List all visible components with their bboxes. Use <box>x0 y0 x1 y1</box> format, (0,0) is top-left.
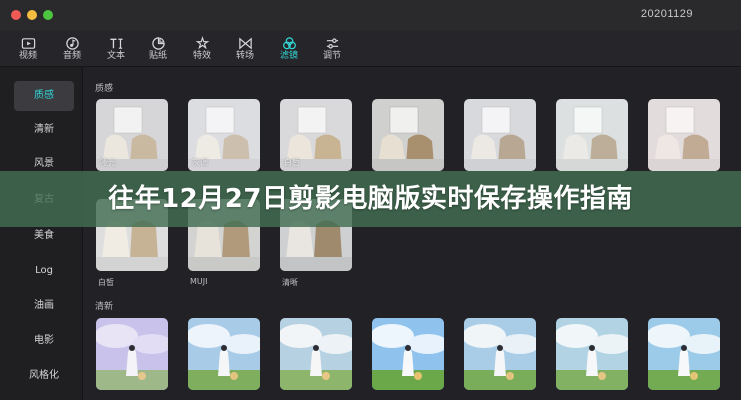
filter-thumbnail[interactable]: 哑光 <box>96 99 168 171</box>
tab-transition[interactable]: 转场 <box>225 34 265 64</box>
banner-title: 往年12月27日剪影电脑版实时保存操作指南 <box>108 184 633 214</box>
tab-audio[interactable]: 音频 <box>52 34 92 64</box>
filter-icon <box>269 34 309 51</box>
category-stylized[interactable]: 风格化 <box>14 361 74 391</box>
tab-sticker[interactable]: 贴纸 <box>138 34 178 64</box>
filter-thumbnail[interactable] <box>556 318 628 390</box>
effects-icon <box>182 34 222 51</box>
filter-grid: 质感 哑光 灰调 白皙 白皙 MUJI 清晰 清新 <box>83 67 741 400</box>
transition-icon <box>225 34 265 51</box>
media-toolbar: 视频 音频 文本 贴纸 特效 转场 滤镜 调节 <box>0 30 741 67</box>
section-title-texture: 质感 <box>95 84 114 94</box>
category-log[interactable]: Log <box>14 256 74 286</box>
tab-text[interactable]: 文本 <box>96 34 136 64</box>
text-icon <box>96 34 136 51</box>
title-bar: 20201129 <box>0 0 741 30</box>
tab-filter[interactable]: 滤镜 <box>269 34 309 64</box>
filter-thumbnail[interactable] <box>648 318 720 390</box>
category-movie[interactable]: 电影 <box>14 326 74 356</box>
tab-video[interactable]: 视频 <box>8 34 48 64</box>
category-oil-painting[interactable]: 油画 <box>14 291 74 321</box>
filter-thumbnail[interactable] <box>556 99 628 171</box>
filter-thumbnail[interactable] <box>464 99 536 171</box>
tab-adjust[interactable]: 调节 <box>312 34 352 64</box>
filter-thumbnail[interactable] <box>648 99 720 171</box>
filter-thumbnail[interactable]: 灰调 <box>188 99 260 171</box>
maximize-window-button[interactable] <box>43 10 53 20</box>
filter-name-label: MUJI <box>190 277 208 286</box>
filter-thumbnail[interactable] <box>96 318 168 390</box>
close-window-button[interactable] <box>11 10 21 20</box>
filter-name-label: 白皙 <box>98 278 114 287</box>
title-banner: 往年12月27日剪影电脑版实时保存操作指南 <box>0 171 741 227</box>
video-icon <box>8 34 48 51</box>
window-title: 20201129 <box>640 8 693 20</box>
filter-thumbnail[interactable]: 白皙 <box>280 99 352 171</box>
filter-name-label: 清晰 <box>282 278 298 287</box>
filter-thumbnail[interactable] <box>464 318 536 390</box>
category-fresh[interactable]: 清新 <box>14 115 74 145</box>
filter-thumbnail[interactable] <box>188 318 260 390</box>
filter-thumbnail[interactable] <box>372 318 444 390</box>
minimize-window-button[interactable] <box>27 10 37 20</box>
tab-effects[interactable]: 特效 <box>182 34 222 64</box>
music-icon <box>52 34 92 51</box>
filter-thumbnail[interactable] <box>372 99 444 171</box>
app-window: 20201129 视频 音频 文本 贴纸 特效 转场 滤镜 调节 质感 清新 风… <box>0 0 741 400</box>
adjust-icon <box>312 34 352 51</box>
section-title-fresh: 清新 <box>95 302 114 312</box>
sticker-icon <box>138 34 178 51</box>
filter-category-sidebar: 质感 清新 风景 复古 美食 Log 油画 电影 风格化 <box>0 67 83 400</box>
filter-thumbnail[interactable] <box>280 318 352 390</box>
category-texture[interactable]: 质感 <box>14 81 74 111</box>
